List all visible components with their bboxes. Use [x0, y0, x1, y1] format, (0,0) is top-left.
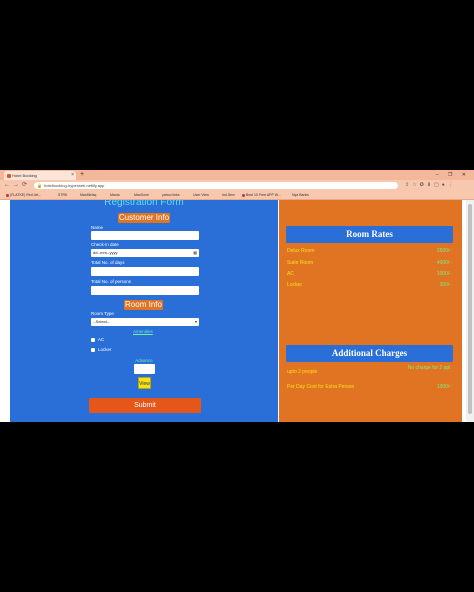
forward-icon[interactable]: →: [13, 180, 19, 191]
favicon-icon: [7, 173, 11, 178]
rate-item-name: Delux Room: [287, 248, 315, 254]
calendar-icon[interactable]: ▦: [193, 249, 197, 257]
rate-item-name: Suite Room: [287, 260, 314, 266]
rate-item-name: AC: [287, 271, 294, 277]
bookmark-item[interactable]: Nya Banks: [292, 191, 309, 200]
bookmark-item[interactable]: (FLATKE) Red Jet...: [6, 191, 41, 200]
rates-panel: Room Rates Delux Room 2500/- Suite Room …: [279, 200, 462, 422]
room-info-button[interactable]: Room Info: [124, 300, 163, 310]
browser-tab[interactable]: Hotel Booking ×: [4, 171, 76, 180]
name-label: Name: [91, 225, 104, 230]
rate-item-price: 300/-: [439, 282, 451, 288]
days-input[interactable]: [91, 267, 199, 276]
bookmark-item[interactable]: User View: [193, 191, 209, 200]
browser-toolbar: ← → ⟳ 🔒 hotelbooking-hyperweb.netlify.ap…: [0, 180, 474, 191]
checkin-date-input[interactable]: dd--mm--yyyy ▦: [91, 249, 199, 257]
bookmark-item[interactable]: MaxDone: [134, 191, 149, 200]
reload-icon[interactable]: ⟳: [22, 180, 27, 191]
locker-checkbox[interactable]: [91, 347, 95, 352]
bookmark-item[interactable]: Mania: [110, 191, 120, 200]
customer-info-button[interactable]: Customer Info: [118, 213, 170, 223]
tab-strip: Hotel Booking × + – ❐ ✕: [0, 170, 474, 180]
persons-input[interactable]: [91, 286, 199, 295]
bookmarks-bar: (FLATKE) Red Jet... STRK MaxMirfaq Mania…: [0, 191, 474, 200]
checkin-date-value: dd--mm--yyyy: [93, 250, 118, 255]
checkin-label: Check-in date: [91, 242, 119, 247]
room-type-select[interactable]: --Select-- ▾: [91, 318, 199, 326]
registration-panel: Registration Form Customer Info Name Che…: [10, 200, 278, 422]
rate-item-price: 1000/-: [436, 271, 451, 277]
submit-button[interactable]: Submit: [89, 398, 201, 413]
bookmark-item[interactable]: MaxMirfaq: [80, 191, 96, 200]
chevron-down-icon: ▾: [194, 319, 197, 324]
bookmark-item[interactable]: yahoo links: [162, 191, 180, 200]
room-type-value: --Select--: [93, 319, 110, 324]
scrollbar-thumb[interactable]: [468, 204, 472, 414]
page-viewport: Registration Form Customer Info Name Che…: [0, 200, 474, 422]
window-controls[interactable]: – ❐ ✕: [436, 170, 470, 180]
address-bar[interactable]: 🔒 hotelbooking-hyperweb.netlify.app: [34, 182, 398, 189]
additional-charges-header: Additional Charges: [286, 345, 453, 362]
page-title: Registration Form: [104, 200, 184, 208]
page-scrollbar[interactable]: [466, 200, 474, 422]
close-tab-icon[interactable]: ×: [71, 171, 74, 180]
name-input[interactable]: [91, 231, 199, 240]
bookmark-icon: [6, 193, 9, 197]
bookmark-item[interactable]: STRK: [58, 191, 67, 200]
back-icon[interactable]: ←: [4, 180, 10, 191]
browser-window: Hotel Booking × + – ❐ ✕ ← → ⟳ 🔒 hotelboo…: [0, 170, 474, 422]
new-tab-button[interactable]: +: [80, 170, 84, 180]
advance-input[interactable]: [134, 364, 155, 374]
url-text: hotelbooking-hyperweb.netlify.app: [44, 183, 105, 188]
rate-item-price: 2500/-: [436, 248, 451, 254]
bookmark-item[interactable]: Ind.Serv: [222, 191, 235, 200]
persons-label: Total No. of persons: [91, 279, 132, 284]
toolbar-extension-icons[interactable]: ⇪☆✪⬇▢●⋮: [405, 180, 456, 191]
locker-checkbox-row[interactable]: Locker: [91, 347, 112, 352]
room-type-label: Room Type: [91, 311, 114, 316]
ac-checkbox[interactable]: [91, 337, 95, 342]
room-rates-header: Room Rates: [286, 226, 453, 243]
ac-label: AC: [98, 337, 105, 342]
charge-item-name: upto 2 people: [287, 369, 318, 375]
advance-label: Advance: [135, 358, 153, 363]
ac-checkbox-row[interactable]: AC: [91, 337, 104, 342]
charge-item-price: 1000/-: [436, 384, 451, 390]
rate-item-name: Locker: [287, 282, 303, 288]
charge-item-price: No charge for 2 ppl: [407, 365, 451, 371]
amenities-label: Amenities: [133, 329, 153, 334]
tab-title: Hotel Booking: [12, 173, 37, 178]
rate-item-price: 4000/-: [436, 260, 451, 266]
lock-icon: 🔒: [37, 183, 42, 188]
bookmark-icon: [242, 193, 245, 197]
days-label: Total No. of days: [91, 260, 125, 265]
locker-label: Locker: [98, 347, 112, 352]
view-button[interactable]: View: [138, 377, 151, 389]
bookmark-item[interactable]: Best 10 Free APP W...: [242, 191, 281, 200]
charge-item-name: Per Day Cost for Extra Person: [287, 384, 355, 390]
